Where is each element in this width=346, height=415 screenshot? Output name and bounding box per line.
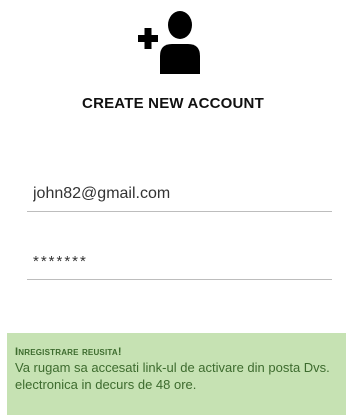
page-title: CREATE NEW ACCOUNT	[82, 95, 264, 112]
alert-message: Va rugam sa accesati link-ul de activare…	[15, 360, 330, 392]
create-account-page: CREATE NEW ACCOUNT Inregistrare reusita!…	[0, 0, 346, 415]
alert-title: Inregistrare reusita!	[15, 346, 122, 358]
add-user-icon	[138, 10, 208, 74]
success-alert: Inregistrare reusita! Va rugam sa accesa…	[7, 333, 346, 415]
password-field[interactable]	[27, 244, 332, 280]
email-field[interactable]	[27, 176, 332, 212]
